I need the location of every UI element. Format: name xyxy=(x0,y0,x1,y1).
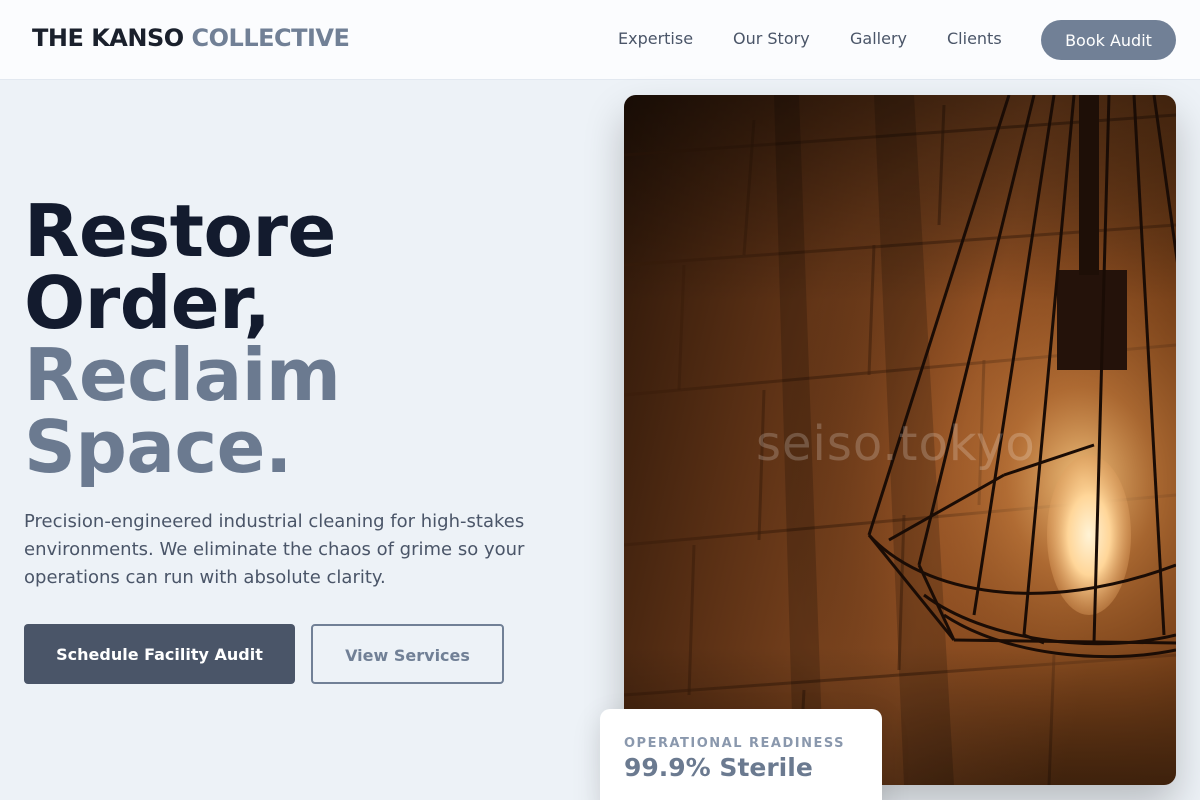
watermark-text: seiso.tokyo xyxy=(756,416,1036,472)
site-header: THE KANSO COLLECTIVE Expertise Our Story… xyxy=(0,0,1200,80)
nav-link-our-story[interactable]: Our Story xyxy=(733,29,810,48)
headline-line-1: Restore xyxy=(24,189,336,273)
stat-card: OPERATIONAL READINESS 99.9% Sterile xyxy=(600,709,882,800)
stat-label: OPERATIONAL READINESS xyxy=(624,736,846,751)
stat-value: 99.9% Sterile xyxy=(624,753,813,782)
book-audit-button[interactable]: Book Audit xyxy=(1041,20,1176,60)
headline-line-2: Order, xyxy=(24,261,271,345)
hero-description: Precision-engineered industrial cleaning… xyxy=(24,511,525,588)
logo-accent-text: COLLECTIVE xyxy=(191,24,350,52)
hero-headline: Restore Order, Reclaim Space. xyxy=(24,189,341,489)
nav-link-clients[interactable]: Clients xyxy=(947,29,1002,48)
schedule-audit-button[interactable]: Schedule Facility Audit xyxy=(24,624,295,684)
view-services-button[interactable]: View Services xyxy=(311,624,504,684)
brand-logo[interactable]: THE KANSO COLLECTIVE xyxy=(32,24,350,52)
headline-line-4: Space. xyxy=(24,405,292,489)
nav-link-expertise[interactable]: Expertise xyxy=(618,29,693,48)
hero-lamp-image: seiso.tokyo xyxy=(624,95,1176,785)
nav-link-gallery[interactable]: Gallery xyxy=(850,29,907,48)
logo-primary-text: THE KANSO xyxy=(32,24,184,52)
headline-line-3: Reclaim xyxy=(24,333,341,417)
